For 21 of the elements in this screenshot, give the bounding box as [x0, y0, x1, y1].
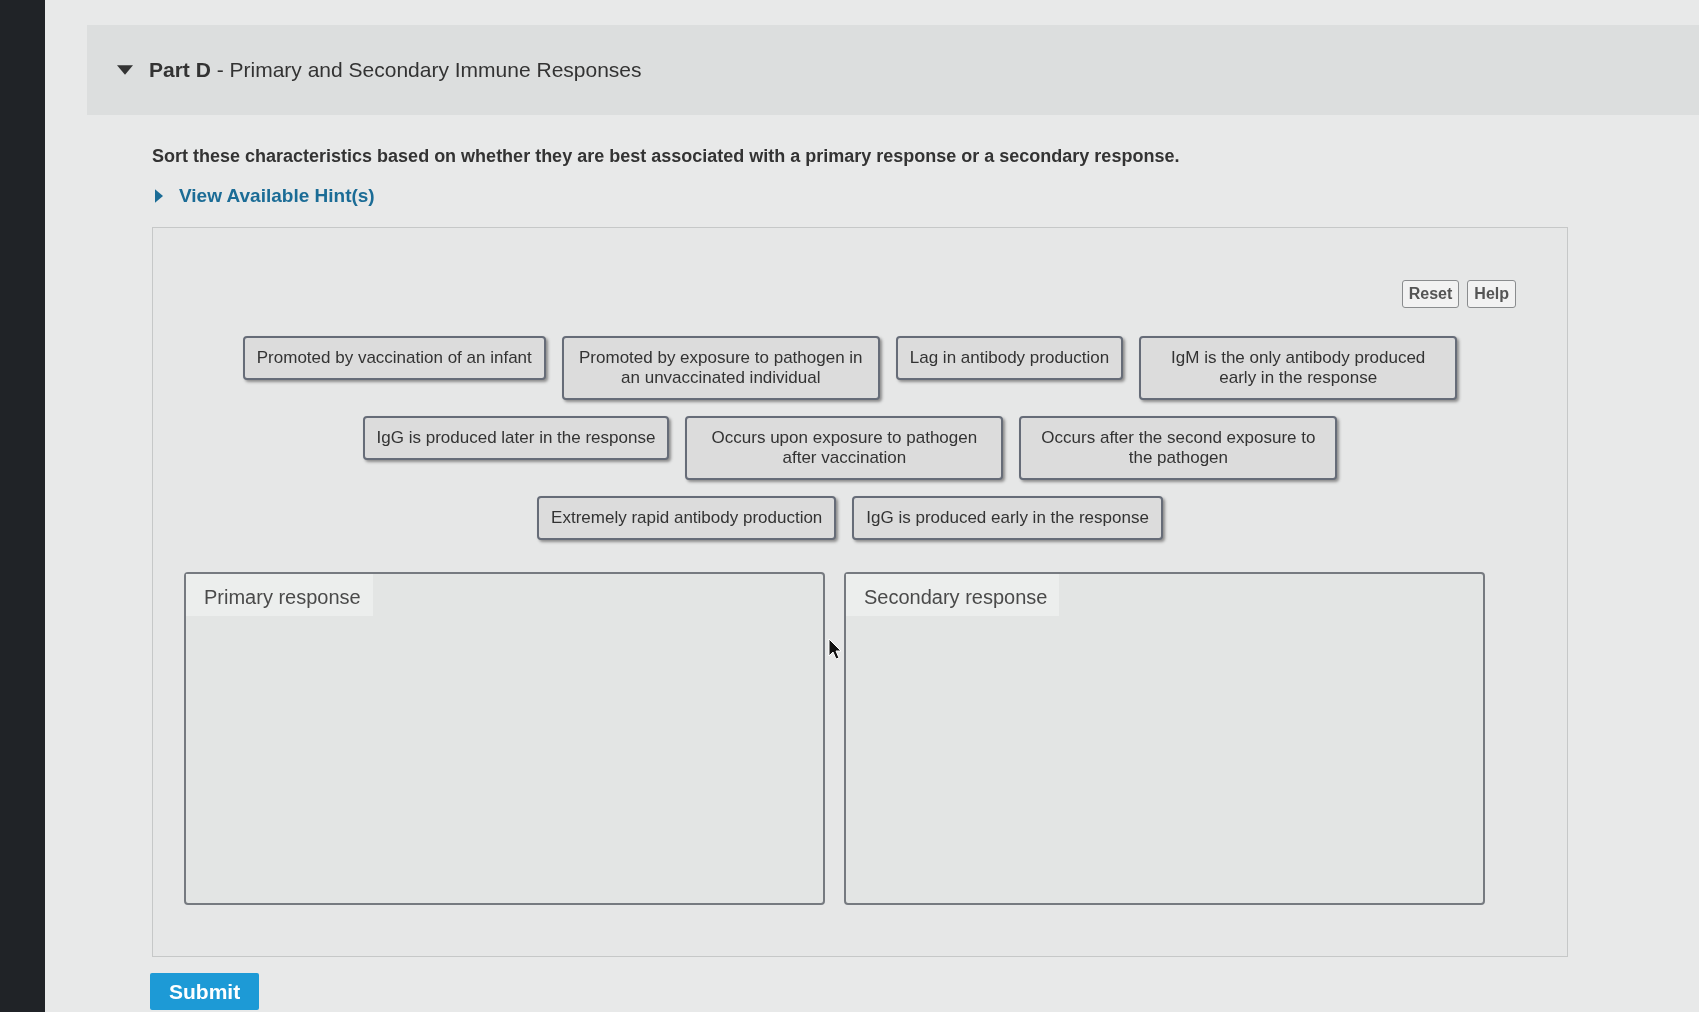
caret-icon[interactable]: [117, 65, 133, 75]
draggable-label[interactable]: Promoted by exposure to pathogen in an unvaccinated individual: [561, 335, 880, 400]
draggable-label[interactable]: Promoted by vaccination of an infant: [242, 335, 546, 380]
caret-icon[interactable]: [155, 189, 163, 204]
drop-zone[interactable]: Primary response: [184, 571, 825, 905]
mouse-pointer-icon: [828, 637, 842, 660]
draggable-label[interactable]: IgM is the only antibody produced early in the response: [1139, 335, 1458, 400]
draggable-label[interactable]: Extremely rapid antibody production: [537, 495, 837, 540]
draggable-label[interactable]: Occurs after the second exposure to the pathogen: [1019, 415, 1338, 480]
drop-zone[interactable]: Secondary response: [844, 571, 1485, 905]
draggable-label[interactable]: IgG is produced early in the response: [852, 495, 1163, 540]
drop-zone-title: Primary response: [186, 573, 373, 616]
draggable-label[interactable]: IgG is produced later in the response: [362, 415, 670, 460]
toolbar-button[interactable]: Help: [1467, 279, 1516, 308]
hint-link[interactable]: View Available Hint(s): [179, 182, 375, 211]
section-title: Part D - Primary and Secondary Immune Responses: [149, 57, 642, 83]
draggable-label[interactable]: Lag in antibody production: [895, 335, 1124, 380]
instruction-text: Sort these characteristics based on whether they are best associated with a primary response or a secondary response.: [152, 145, 1181, 168]
drop-zone-title: Secondary response: [846, 573, 1060, 616]
draggable-label[interactable]: Occurs upon exposure to pathogen after vaccination: [685, 415, 1004, 480]
toolbar-button[interactable]: Reset: [1401, 279, 1460, 308]
